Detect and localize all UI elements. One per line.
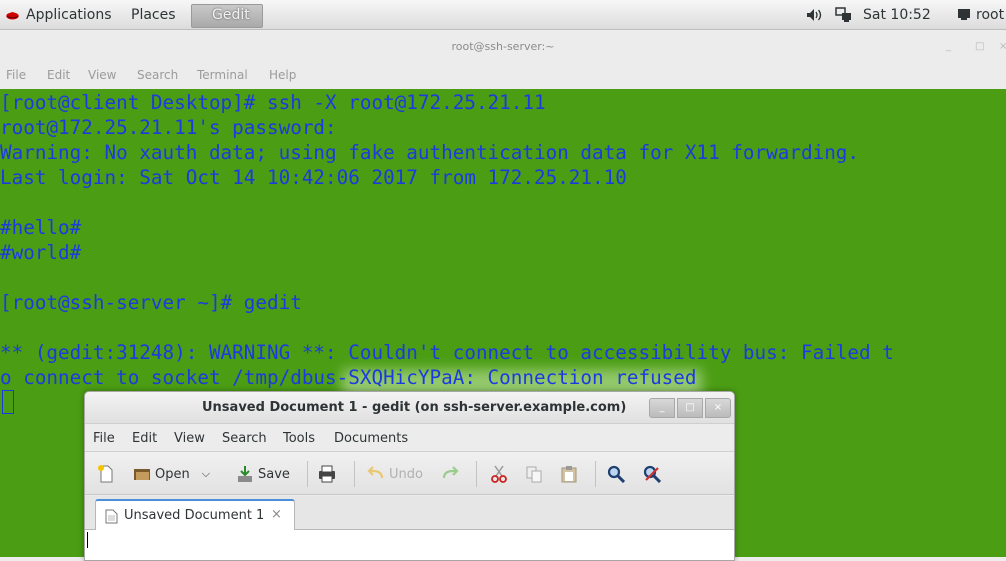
gedit-menu-file[interactable]: File [93,431,115,446]
open-folder-icon [134,469,150,480]
menu-view[interactable]: View [88,68,116,82]
chevron-down-icon[interactable]: ⌵ [202,467,210,481]
terminal-title: root@ssh-server:~ [451,40,555,53]
gedit-menu-documents[interactable]: Documents [334,431,408,446]
gedit-menu-edit[interactable]: Edit [132,431,157,446]
terminal-line: #hello# [0,216,82,239]
copy-button[interactable] [525,463,543,485]
terminal-line: [root@ssh-server ~]# gedit [0,291,302,314]
print-button[interactable] [318,463,336,485]
paste-button[interactable] [560,463,578,485]
text-editor-area[interactable] [85,530,734,560]
terminal-titlebar[interactable]: root@ssh-server:~ _ □ × [0,31,1006,63]
volume-icon[interactable] [806,8,824,22]
gedit-menu-search[interactable]: Search [222,431,267,446]
tab-label: Unsaved Document 1 [124,508,265,523]
terminal-line: ** (gedit:31248): WARNING **: Couldn't c… [0,341,894,364]
copy-icon [526,466,542,483]
terminal-line: Warning: No xauth data; using fake authe… [0,141,860,164]
document-icon [105,509,118,524]
redo-icon [442,466,459,479]
terminal-cursor [2,390,14,414]
cut-button[interactable] [490,463,508,485]
maximize-button[interactable]: □ [975,41,984,52]
new-document-button[interactable] [97,463,115,485]
gedit-maximize-button[interactable]: □ [677,398,703,418]
menu-edit[interactable]: Edit [47,68,70,82]
toolbar-separator [307,461,308,487]
top-panel: Applications Places Gedit Sat 10:52 root [0,0,1006,30]
gedit-title: Unsaved Document 1 - gedit (on ssh-serve… [202,400,627,415]
text-caret [87,532,88,548]
gedit-toolbar: Open ⌵ Save Undo [85,451,734,495]
menu-file[interactable]: File [6,68,26,82]
menu-help[interactable]: Help [269,68,296,82]
tab-unsaved-document-1[interactable]: Unsaved Document 1 × [95,499,295,531]
gedit-close-button[interactable]: × [705,398,731,418]
toolbar-separator [354,461,355,487]
network-icon[interactable] [835,7,853,23]
document-tab-bar: Unsaved Document 1 × [85,496,734,531]
toolbar-separator [476,461,477,487]
undo-icon [367,466,384,479]
gedit-titlebar[interactable]: Unsaved Document 1 - gedit (on ssh-serve… [85,392,734,424]
menu-terminal[interactable]: Terminal [197,68,248,82]
user-icon[interactable] [957,8,972,21]
gedit-menubar: File Edit View Search Tools Documents [85,425,734,451]
print-icon [319,465,335,483]
undo-button[interactable]: Undo [367,463,423,485]
terminal-line: [root@client Desktop]# ssh -X root@172.2… [0,91,546,114]
save-button[interactable]: Save [236,463,290,485]
paste-icon [561,466,577,483]
close-icon[interactable]: × [271,507,282,522]
terminal-menubar: File Edit View Search Terminal Help [0,63,1006,89]
open-button[interactable]: Open ⌵ [133,463,210,485]
menu-search[interactable]: Search [137,68,178,82]
undo-button-label: Undo [389,466,423,482]
terminal-line: root@172.25.21.11's password: [0,116,337,139]
active-app-label: Gedit [212,7,250,23]
search-icon [607,465,625,483]
applications-menu[interactable]: Applications [26,7,112,23]
close-button[interactable]: × [999,41,1006,52]
places-menu[interactable]: Places [131,7,176,23]
save-icon [238,466,252,482]
save-button-label: Save [258,466,290,482]
clock[interactable]: Sat 10:52 [863,7,931,23]
gedit-menu-tools[interactable]: Tools [283,431,315,446]
find-button[interactable] [607,463,625,485]
terminal-line: o connect to socket /tmp/dbus-SXQHicYPaA… [0,366,697,389]
terminal-line: Last login: Sat Oct 14 10:42:06 2017 fro… [0,166,627,189]
redhat-logo-icon [6,12,19,20]
find-replace-button[interactable] [643,463,661,485]
redo-button[interactable] [441,463,459,485]
find-replace-icon [643,465,661,483]
new-document-icon [98,465,113,483]
user-menu[interactable]: root [976,7,1004,23]
terminal-line: #world# [0,241,82,264]
minimize-button[interactable]: _ [946,41,951,52]
gedit-menu-view[interactable]: View [174,431,205,446]
gedit-minimize-button[interactable]: _ [649,398,675,418]
open-button-label: Open [155,466,190,482]
cut-icon [491,465,507,483]
gedit-window[interactable]: Unsaved Document 1 - gedit (on ssh-serve… [84,391,735,561]
toolbar-separator [595,461,596,487]
